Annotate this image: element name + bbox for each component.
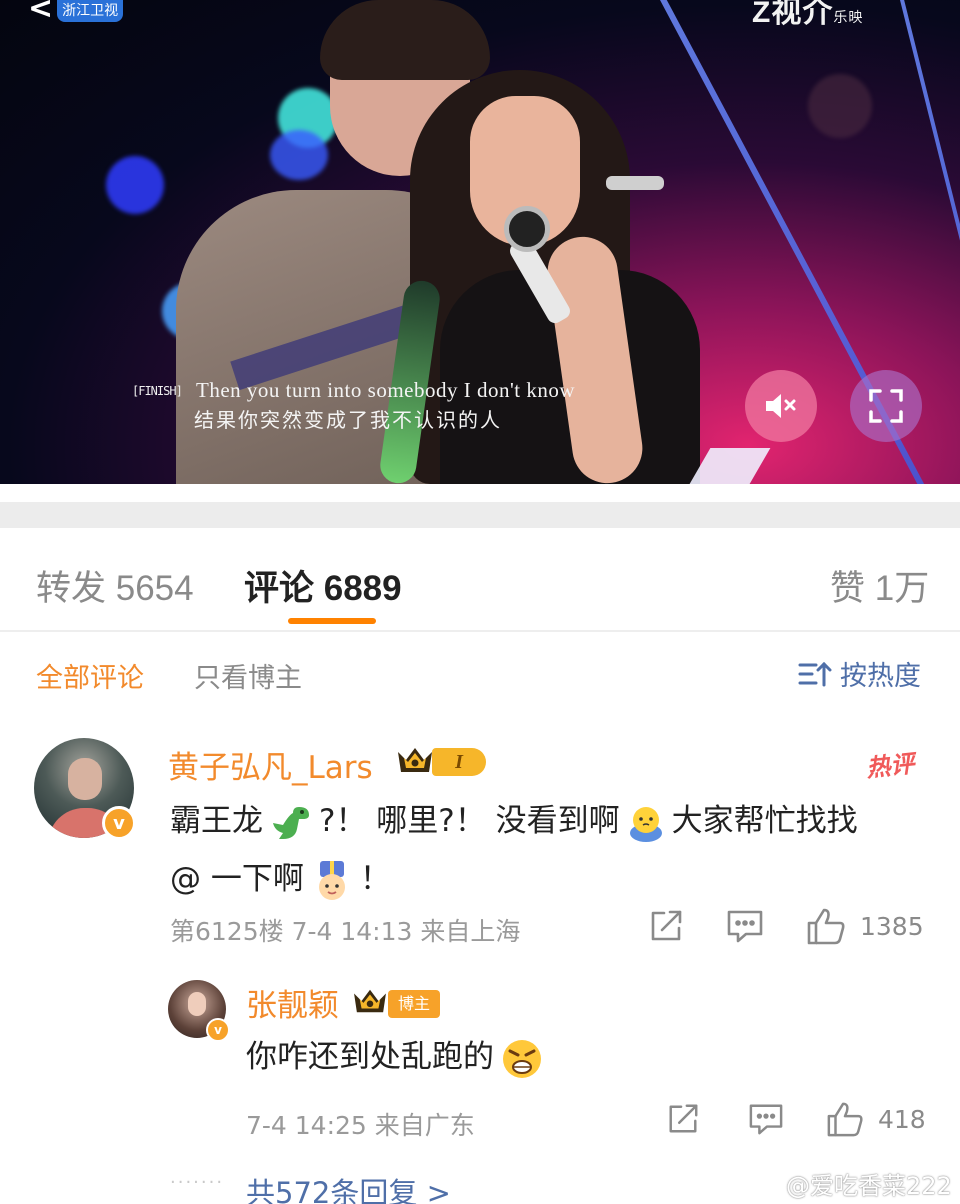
tab-comments[interactable]: 评论 6889 <box>244 560 402 611</box>
reply-button[interactable] <box>726 908 764 944</box>
reply-username[interactable]: 张靓颖 <box>246 980 339 1025</box>
subtitle-chinese: 结果你突然变成了我不认识的人 <box>194 408 502 432</box>
watermark-text: @爱吃香菜222 <box>786 1172 952 1200</box>
share-button[interactable] <box>648 908 684 944</box>
male-singer-hair <box>320 0 490 80</box>
like-button[interactable]: 1385 <box>806 906 924 946</box>
user-level-badge: I <box>432 748 486 776</box>
tab-likes[interactable]: 赞 1万 <box>830 560 929 611</box>
comment-username[interactable]: 黄子弘凡_Lars <box>168 742 373 787</box>
subtitle-english: Then you turn into somebody I don't know <box>196 378 575 402</box>
share-icon <box>669 1104 698 1133</box>
stage-floor-light <box>689 448 771 484</box>
crown-icon <box>398 748 432 772</box>
bokeh-light <box>808 74 872 138</box>
worried-chick-emoji-icon <box>629 806 662 842</box>
mute-button[interactable] <box>745 370 817 442</box>
station-logo-text: 浙江卫视 <box>57 0 124 22</box>
reply-text: 你咋还到处乱跑的 <box>246 1032 544 1082</box>
comment-time: 7-4 14:13 <box>291 917 413 946</box>
crown-icon <box>354 989 386 1013</box>
fullscreen-icon <box>869 389 903 423</box>
like-count: 418 <box>878 1104 926 1134</box>
bokeh-light <box>270 130 328 180</box>
comment-text: 霸王龙 ?！ 哪里?！ 没看到啊 大家帮忙找找 @ 一下啊 ！ <box>170 792 930 908</box>
sort-label: 按热度 <box>840 661 921 692</box>
weibo-logo-icon <box>742 1171 780 1199</box>
comment-icon <box>727 910 763 943</box>
reply-button[interactable] <box>748 1102 784 1136</box>
comment-icon <box>749 1104 783 1135</box>
blogger-badge: 博主 <box>388 990 440 1018</box>
tab-reposts[interactable]: 转发 5654 <box>36 560 194 611</box>
baby-gift-emoji-icon <box>318 860 345 900</box>
avatar-face <box>68 758 102 800</box>
video-player[interactable]: < 浙江卫视 Z视介乐映 [FINISH] Then you turn into… <box>0 0 960 484</box>
corner-logo-sub: 乐映 <box>833 9 864 25</box>
dinosaur-emoji-icon <box>273 806 309 839</box>
reply-location: 来自广东 <box>374 1111 475 1140</box>
interaction-tabs: 转发 5654 评论 6889 赞 1万 <box>0 528 960 632</box>
reply-meta: 7-4 14:25 来自广东 <box>246 1106 475 1142</box>
like-count: 1385 <box>860 911 924 941</box>
fullscreen-button[interactable] <box>850 370 922 442</box>
subtitle-mark: [FINISH] <box>132 384 183 398</box>
avatar-face <box>188 992 206 1016</box>
sort-icon <box>798 661 832 686</box>
bokeh-light <box>106 156 164 214</box>
share-button[interactable] <box>666 1102 700 1136</box>
share-icon <box>651 910 682 941</box>
mute-icon <box>766 394 796 418</box>
filter-all-comments[interactable]: 全部评论 <box>36 656 144 695</box>
comment-floor: 第6125楼 <box>170 917 284 946</box>
reply-time: 7-4 14:25 <box>246 1111 367 1140</box>
angry-face-emoji-icon <box>503 1039 541 1078</box>
microphone-icon <box>504 206 550 252</box>
reply-thread-dots: ······· <box>170 1172 225 1193</box>
verified-badge-icon: v <box>102 806 136 840</box>
active-tab-indicator <box>288 618 376 624</box>
comment-filters: 全部评论 只看博主 按热度 <box>0 634 960 718</box>
station-logo: < 浙江卫视 <box>28 0 124 26</box>
thumbs-up-icon <box>827 1102 863 1137</box>
corner-logo: Z视介乐映 <box>752 0 863 30</box>
corner-logo-text: Z视介 <box>752 0 834 29</box>
verified-badge-icon: v <box>206 1018 230 1042</box>
section-divider <box>0 484 960 528</box>
sort-by-hot-button[interactable]: 按热度 <box>798 654 921 693</box>
second-microphone <box>606 176 664 190</box>
thumbs-up-icon <box>807 908 845 945</box>
watermark: @爱吃香菜222 <box>742 1166 952 1201</box>
comment-location: 来自上海 <box>420 917 521 946</box>
view-more-replies-link[interactable]: 共572条回复 > <box>246 1170 451 1204</box>
filter-owner-only[interactable]: 只看博主 <box>194 656 302 695</box>
hot-comment-tag: 热评 <box>864 749 916 783</box>
comment-meta: 第6125楼 7-4 14:13 来自上海 <box>170 912 520 948</box>
like-button[interactable]: 418 <box>826 1100 926 1138</box>
back-chevron-icon: < <box>28 0 54 26</box>
